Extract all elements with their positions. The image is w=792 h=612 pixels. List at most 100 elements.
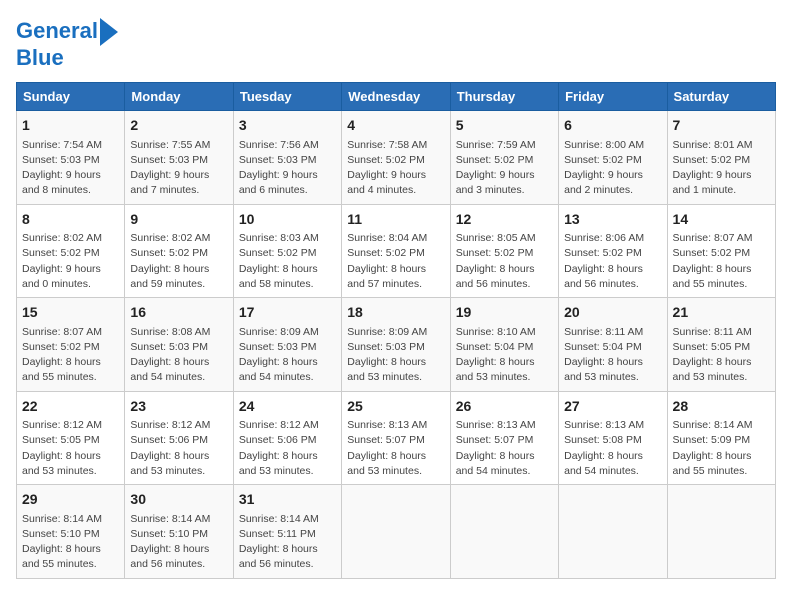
day-info: Sunrise: 8:09 AM Sunset: 5:03 PM Dayligh… [347, 325, 444, 386]
day-number: 2 [130, 116, 227, 136]
day-info: Sunrise: 8:07 AM Sunset: 5:02 PM Dayligh… [22, 325, 119, 386]
logo-arrow-icon [100, 18, 118, 46]
day-info: Sunrise: 8:13 AM Sunset: 5:07 PM Dayligh… [456, 418, 553, 479]
day-number: 1 [22, 116, 119, 136]
calendar-table: SundayMondayTuesdayWednesdayThursdayFrid… [16, 82, 776, 578]
calendar-cell [450, 485, 558, 578]
header-saturday: Saturday [667, 83, 775, 111]
calendar-cell: 13Sunrise: 8:06 AM Sunset: 5:02 PM Dayli… [559, 204, 667, 297]
week-row-3: 15Sunrise: 8:07 AM Sunset: 5:02 PM Dayli… [17, 298, 776, 391]
calendar-cell: 9Sunrise: 8:02 AM Sunset: 5:02 PM Daylig… [125, 204, 233, 297]
calendar-cell: 30Sunrise: 8:14 AM Sunset: 5:10 PM Dayli… [125, 485, 233, 578]
page-header: General Blue [16, 16, 776, 70]
week-row-4: 22Sunrise: 8:12 AM Sunset: 5:05 PM Dayli… [17, 391, 776, 484]
day-number: 3 [239, 116, 336, 136]
calendar-cell: 14Sunrise: 8:07 AM Sunset: 5:02 PM Dayli… [667, 204, 775, 297]
day-number: 10 [239, 210, 336, 230]
header-monday: Monday [125, 83, 233, 111]
calendar-cell: 23Sunrise: 8:12 AM Sunset: 5:06 PM Dayli… [125, 391, 233, 484]
calendar-cell: 29Sunrise: 8:14 AM Sunset: 5:10 PM Dayli… [17, 485, 125, 578]
week-row-1: 1Sunrise: 7:54 AM Sunset: 5:03 PM Daylig… [17, 111, 776, 204]
day-info: Sunrise: 8:01 AM Sunset: 5:02 PM Dayligh… [673, 138, 770, 199]
calendar-cell [667, 485, 775, 578]
day-info: Sunrise: 8:11 AM Sunset: 5:04 PM Dayligh… [564, 325, 661, 386]
day-info: Sunrise: 8:02 AM Sunset: 5:02 PM Dayligh… [22, 231, 119, 292]
calendar-cell [342, 485, 450, 578]
day-info: Sunrise: 8:14 AM Sunset: 5:11 PM Dayligh… [239, 512, 336, 573]
day-number: 14 [673, 210, 770, 230]
day-info: Sunrise: 7:58 AM Sunset: 5:02 PM Dayligh… [347, 138, 444, 199]
day-info: Sunrise: 8:02 AM Sunset: 5:02 PM Dayligh… [130, 231, 227, 292]
calendar-cell: 3Sunrise: 7:56 AM Sunset: 5:03 PM Daylig… [233, 111, 341, 204]
day-info: Sunrise: 8:03 AM Sunset: 5:02 PM Dayligh… [239, 231, 336, 292]
day-info: Sunrise: 8:00 AM Sunset: 5:02 PM Dayligh… [564, 138, 661, 199]
day-info: Sunrise: 8:11 AM Sunset: 5:05 PM Dayligh… [673, 325, 770, 386]
day-info: Sunrise: 8:09 AM Sunset: 5:03 PM Dayligh… [239, 325, 336, 386]
day-number: 31 [239, 490, 336, 510]
calendar-cell: 5Sunrise: 7:59 AM Sunset: 5:02 PM Daylig… [450, 111, 558, 204]
day-info: Sunrise: 8:12 AM Sunset: 5:06 PM Dayligh… [239, 418, 336, 479]
day-number: 30 [130, 490, 227, 510]
calendar-cell: 27Sunrise: 8:13 AM Sunset: 5:08 PM Dayli… [559, 391, 667, 484]
day-info: Sunrise: 8:12 AM Sunset: 5:05 PM Dayligh… [22, 418, 119, 479]
day-number: 19 [456, 303, 553, 323]
day-number: 11 [347, 210, 444, 230]
day-number: 27 [564, 397, 661, 417]
day-info: Sunrise: 8:05 AM Sunset: 5:02 PM Dayligh… [456, 231, 553, 292]
calendar-cell: 31Sunrise: 8:14 AM Sunset: 5:11 PM Dayli… [233, 485, 341, 578]
day-info: Sunrise: 8:14 AM Sunset: 5:10 PM Dayligh… [22, 512, 119, 573]
day-info: Sunrise: 8:12 AM Sunset: 5:06 PM Dayligh… [130, 418, 227, 479]
day-number: 26 [456, 397, 553, 417]
calendar-cell: 19Sunrise: 8:10 AM Sunset: 5:04 PM Dayli… [450, 298, 558, 391]
day-info: Sunrise: 8:04 AM Sunset: 5:02 PM Dayligh… [347, 231, 444, 292]
week-row-2: 8Sunrise: 8:02 AM Sunset: 5:02 PM Daylig… [17, 204, 776, 297]
calendar-cell: 17Sunrise: 8:09 AM Sunset: 5:03 PM Dayli… [233, 298, 341, 391]
calendar-cell: 12Sunrise: 8:05 AM Sunset: 5:02 PM Dayli… [450, 204, 558, 297]
day-info: Sunrise: 7:56 AM Sunset: 5:03 PM Dayligh… [239, 138, 336, 199]
day-info: Sunrise: 8:06 AM Sunset: 5:02 PM Dayligh… [564, 231, 661, 292]
day-number: 8 [22, 210, 119, 230]
header-sunday: Sunday [17, 83, 125, 111]
logo: General Blue [16, 16, 118, 70]
calendar-cell: 21Sunrise: 8:11 AM Sunset: 5:05 PM Dayli… [667, 298, 775, 391]
day-number: 15 [22, 303, 119, 323]
day-info: Sunrise: 8:13 AM Sunset: 5:08 PM Dayligh… [564, 418, 661, 479]
calendar-cell: 22Sunrise: 8:12 AM Sunset: 5:05 PM Dayli… [17, 391, 125, 484]
day-info: Sunrise: 7:59 AM Sunset: 5:02 PM Dayligh… [456, 138, 553, 199]
day-number: 20 [564, 303, 661, 323]
day-number: 5 [456, 116, 553, 136]
day-number: 16 [130, 303, 227, 323]
day-number: 25 [347, 397, 444, 417]
calendar-cell: 8Sunrise: 8:02 AM Sunset: 5:02 PM Daylig… [17, 204, 125, 297]
calendar-cell: 24Sunrise: 8:12 AM Sunset: 5:06 PM Dayli… [233, 391, 341, 484]
day-number: 28 [673, 397, 770, 417]
day-info: Sunrise: 8:13 AM Sunset: 5:07 PM Dayligh… [347, 418, 444, 479]
header-friday: Friday [559, 83, 667, 111]
day-number: 4 [347, 116, 444, 136]
day-number: 29 [22, 490, 119, 510]
calendar-cell: 4Sunrise: 7:58 AM Sunset: 5:02 PM Daylig… [342, 111, 450, 204]
calendar-cell: 18Sunrise: 8:09 AM Sunset: 5:03 PM Dayli… [342, 298, 450, 391]
day-info: Sunrise: 8:10 AM Sunset: 5:04 PM Dayligh… [456, 325, 553, 386]
logo-text: General [16, 19, 98, 43]
day-info: Sunrise: 7:55 AM Sunset: 5:03 PM Dayligh… [130, 138, 227, 199]
header-tuesday: Tuesday [233, 83, 341, 111]
day-info: Sunrise: 8:08 AM Sunset: 5:03 PM Dayligh… [130, 325, 227, 386]
logo-text2: Blue [16, 46, 118, 70]
calendar-cell: 26Sunrise: 8:13 AM Sunset: 5:07 PM Dayli… [450, 391, 558, 484]
day-number: 23 [130, 397, 227, 417]
calendar-cell [559, 485, 667, 578]
day-number: 12 [456, 210, 553, 230]
day-number: 7 [673, 116, 770, 136]
day-number: 17 [239, 303, 336, 323]
day-number: 21 [673, 303, 770, 323]
day-info: Sunrise: 8:14 AM Sunset: 5:10 PM Dayligh… [130, 512, 227, 573]
day-info: Sunrise: 8:07 AM Sunset: 5:02 PM Dayligh… [673, 231, 770, 292]
day-number: 24 [239, 397, 336, 417]
day-number: 18 [347, 303, 444, 323]
calendar-cell: 15Sunrise: 8:07 AM Sunset: 5:02 PM Dayli… [17, 298, 125, 391]
calendar-cell: 6Sunrise: 8:00 AM Sunset: 5:02 PM Daylig… [559, 111, 667, 204]
calendar-cell: 2Sunrise: 7:55 AM Sunset: 5:03 PM Daylig… [125, 111, 233, 204]
day-info: Sunrise: 8:14 AM Sunset: 5:09 PM Dayligh… [673, 418, 770, 479]
calendar-cell: 11Sunrise: 8:04 AM Sunset: 5:02 PM Dayli… [342, 204, 450, 297]
